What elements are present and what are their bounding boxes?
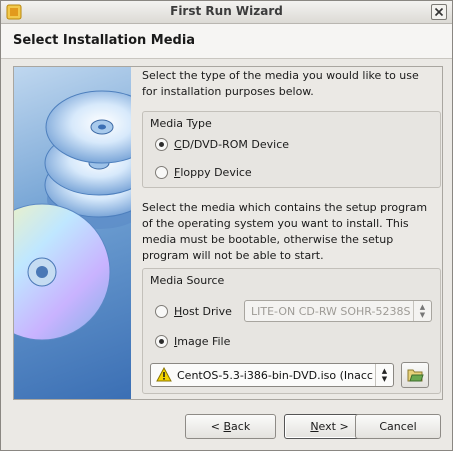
browse-image-button[interactable] — [401, 362, 429, 388]
accel-char: B — [223, 420, 232, 433]
button-label-rest: ext > — [318, 420, 349, 433]
description-line: media must be bootable, otherwise the se… — [142, 233, 394, 246]
page-title: Select Installation Media — [13, 33, 196, 48]
warning-icon — [156, 367, 172, 382]
cd-dvd-radio[interactable]: CD/DVD-ROM Device — [155, 136, 289, 152]
host-drive-radio[interactable]: Host Drive — [155, 303, 232, 319]
close-button[interactable] — [431, 4, 447, 20]
spin-arrows-icon: ▲ ▼ — [375, 364, 393, 386]
description-line: program will not be able to start. — [142, 249, 324, 262]
media-type-label: Media Type — [150, 117, 212, 130]
accel-char: N — [310, 420, 319, 433]
window-title: First Run Wizard — [170, 4, 283, 18]
host-drive-value: LITE-ON CD-RW SOHR-5238S — [251, 305, 411, 318]
host-drive-label: Host Drive — [174, 305, 232, 318]
radio-indicator[interactable] — [155, 304, 168, 318]
image-file-select[interactable]: CentOS-5.3-i386-bin-DVD.iso (Inacc ▲ ▼ — [150, 363, 394, 387]
media-source-label: Media Source — [150, 274, 225, 287]
open-folder-icon — [407, 369, 424, 382]
label-rest: mage File — [177, 334, 231, 348]
description-line: Select the media which contains the setu… — [142, 201, 428, 214]
content-panel: Select the type of the media you would l… — [142, 67, 442, 399]
label-rest: loppy Device — [180, 165, 252, 179]
cd-dvd-label: CD/DVD-ROM Device — [174, 138, 289, 151]
radio-indicator[interactable] — [155, 334, 168, 348]
label-rest: ost Drive — [182, 304, 232, 318]
label-rest: D/DVD-ROM Device — [181, 137, 290, 151]
button-prefix: < — [210, 420, 224, 433]
accel-char: C — [174, 137, 182, 151]
button-label: Cancel — [379, 420, 417, 433]
floppy-radio[interactable]: Floppy Device — [155, 164, 252, 180]
image-file-label: Image File — [174, 335, 230, 348]
intro-text: Select the type of the media you would l… — [142, 68, 442, 100]
media-source-group: Media Source Host Drive LITE-ON CD-RW SO… — [142, 268, 441, 394]
page-header: Select Installation Media — [1, 24, 452, 59]
image-file-value: CentOS-5.3-i386-bin-DVD.iso (Inacc — [177, 369, 373, 382]
media-type-group: Media Type CD/DVD-ROM Device Floppy Devi… — [142, 111, 441, 188]
intro-line: Select the type of the media you would l… — [142, 69, 419, 82]
close-icon — [434, 7, 444, 17]
spin-arrows-icon: ▲ ▼ — [413, 301, 431, 321]
description-line: of the operating system you want to inst… — [142, 217, 409, 230]
description-text: Select the media which contains the setu… — [142, 200, 442, 264]
discs-icon — [14, 90, 131, 341]
discs-illustration — [14, 67, 131, 399]
intro-line: for installation purposes below. — [142, 85, 314, 98]
floppy-label: Floppy Device — [174, 166, 252, 179]
button-label-rest: ack — [231, 420, 251, 433]
back-button[interactable]: < Back — [185, 414, 276, 439]
radio-indicator[interactable] — [155, 165, 168, 179]
host-drive-select[interactable]: LITE-ON CD-RW SOHR-5238S ▲ ▼ — [244, 300, 432, 322]
wizard-window: First Run Wizard Select Installation Med… — [0, 0, 453, 451]
titlebar[interactable]: First Run Wizard — [1, 1, 452, 24]
image-file-radio[interactable]: Image File — [155, 333, 230, 349]
wizard-body: Select the type of the media you would l… — [13, 66, 443, 400]
radio-indicator[interactable] — [155, 137, 168, 151]
cancel-button[interactable]: Cancel — [355, 414, 441, 439]
